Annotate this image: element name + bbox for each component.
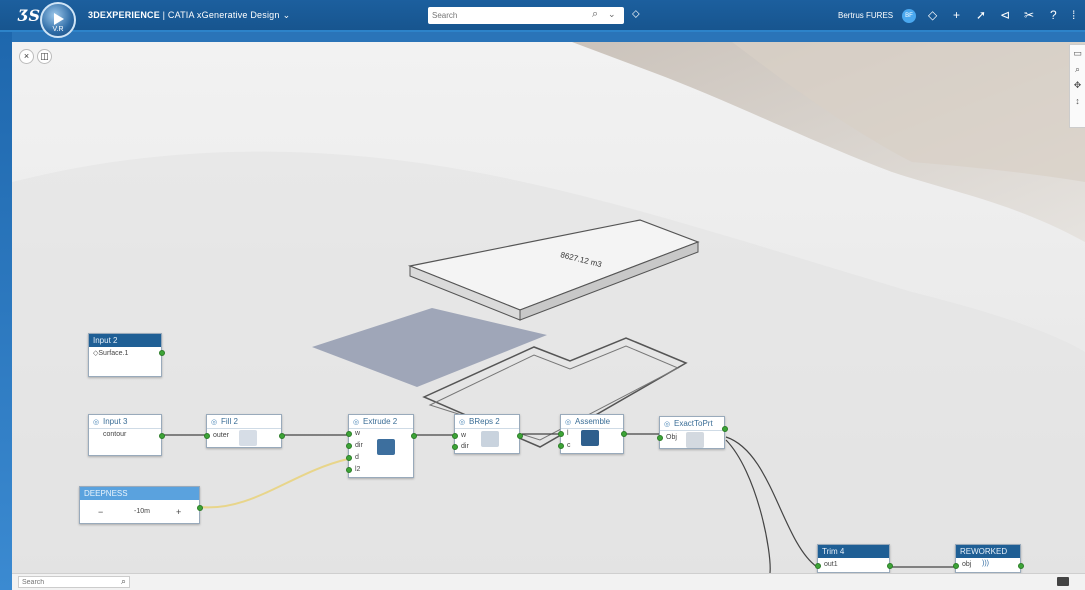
- output-label: contour: [103, 431, 127, 438]
- input-pin[interactable]: [452, 433, 458, 439]
- output-pin[interactable]: [197, 505, 203, 511]
- output-pin[interactable]: [1018, 563, 1024, 569]
- close-icon[interactable]: ×: [19, 49, 34, 64]
- node-title: ◎ Fill 2: [207, 415, 281, 429]
- node-title: REWORKED: [956, 545, 1020, 558]
- chat-icon[interactable]: [1057, 577, 1069, 586]
- node-extrude-2[interactable]: ◎ Extrude 2 w dir d l2: [346, 414, 417, 478]
- brep-icon: [481, 431, 499, 447]
- input-pin[interactable]: [558, 431, 564, 437]
- output-pin[interactable]: [887, 563, 893, 569]
- node-exact-to-part[interactable]: ◎ ExactToPrt Obj: [657, 416, 728, 449]
- node-title: Input 2: [89, 334, 161, 347]
- search-scope-dropdown[interactable]: ⌄: [608, 9, 616, 20]
- ds-logo-icon[interactable]: ƷS: [18, 6, 40, 25]
- status-bar: ⌕: [12, 573, 1085, 590]
- signal-icon: ))): [982, 560, 989, 567]
- avatar[interactable]: BF: [902, 9, 916, 23]
- node-title: ◎ ExactToPrt: [660, 417, 724, 431]
- app-title[interactable]: 3DEXPERIENCE | CATIA xGenerative Design ⌄: [88, 10, 290, 21]
- node-reworked[interactable]: REWORKED obj ))): [953, 544, 1024, 573]
- scale-icon[interactable]: ↕: [1070, 93, 1085, 109]
- add-icon[interactable]: +: [953, 8, 960, 22]
- input-pin[interactable]: [953, 563, 959, 569]
- fill-icon: [239, 430, 257, 446]
- assemble-icon: [581, 430, 599, 446]
- input-pin[interactable]: [657, 435, 663, 441]
- node-input-3[interactable]: ◎ Input 3 contour: [88, 414, 165, 456]
- output-pin[interactable]: [411, 433, 417, 439]
- input-pin[interactable]: [346, 467, 352, 473]
- 3d-viewport[interactable]: 8627.12 m3 × ◫ ▭ ⌕ ✥ ↕ Input 2 ◇Surface.…: [12, 42, 1085, 573]
- search-field: ⌕ ⌄: [428, 7, 624, 24]
- node-deepness[interactable]: DEEPNESS − -10m +: [79, 486, 203, 524]
- compass-icon[interactable]: V.R: [40, 2, 76, 38]
- exact-icon: [686, 432, 704, 448]
- search-input[interactable]: [432, 7, 582, 24]
- output-pin[interactable]: [159, 433, 165, 439]
- eye-icon[interactable]: ◎: [459, 416, 469, 428]
- pan-icon[interactable]: ✥: [1070, 77, 1085, 93]
- output-label: ◇Surface.1: [93, 350, 129, 357]
- eye-icon[interactable]: ◎: [664, 418, 674, 430]
- eye-icon[interactable]: ◎: [353, 416, 363, 428]
- node-title: ◎ Assemble: [561, 415, 623, 429]
- help-icon[interactable]: ?: [1050, 8, 1057, 22]
- eye-icon[interactable]: ◎: [93, 416, 103, 428]
- node-title: DEEPNESS: [80, 487, 199, 500]
- search-icon[interactable]: ⌕: [592, 8, 598, 21]
- output-pin[interactable]: [517, 433, 523, 439]
- share-arrow-icon[interactable]: ➚: [976, 8, 986, 22]
- input-pin[interactable]: [558, 443, 564, 449]
- tag-icon[interactable]: ⬦: [632, 8, 644, 20]
- top-bar: ƷS 3DEXPERIENCE | CATIA xGenerative Desi…: [0, 0, 1085, 32]
- node-breps-2[interactable]: ◎ BReps 2 w dir: [452, 414, 523, 454]
- extrude-icon: [377, 439, 395, 455]
- share-icon[interactable]: ◇: [928, 8, 937, 22]
- output-pin[interactable]: [621, 431, 627, 437]
- network-icon[interactable]: ⊲: [1000, 8, 1010, 22]
- book-icon[interactable]: ▭: [1070, 45, 1085, 61]
- zoom-icon[interactable]: ⌕: [1070, 61, 1085, 77]
- input-pin[interactable]: [346, 443, 352, 449]
- node-title: ◎ Input 3: [89, 415, 161, 429]
- deepness-value[interactable]: -10m: [134, 508, 150, 515]
- left-edge-strip: [0, 32, 12, 590]
- input-pin[interactable]: [815, 563, 821, 569]
- more-icon[interactable]: ⁞: [1072, 8, 1075, 22]
- input-label: outer: [213, 432, 229, 439]
- output-pin[interactable]: [279, 433, 285, 439]
- node-title: Trim 4: [818, 545, 889, 558]
- right-toolbar: ▭ ⌕ ✥ ↕: [1069, 44, 1085, 128]
- decrement-button[interactable]: −: [98, 507, 103, 517]
- node-assemble[interactable]: ◎ Assemble l c: [558, 414, 627, 454]
- chevron-down-icon[interactable]: ⌄: [283, 10, 291, 21]
- output-pin[interactable]: [722, 426, 728, 432]
- increment-button[interactable]: +: [176, 507, 181, 517]
- node-input-2[interactable]: Input 2 ◇Surface.1: [88, 333, 165, 377]
- eye-icon[interactable]: ◎: [211, 416, 221, 428]
- eye-icon[interactable]: ◎: [565, 416, 575, 428]
- node-trim-4[interactable]: Trim 4 out1: [815, 544, 893, 573]
- input-pin[interactable]: [346, 455, 352, 461]
- search-icon[interactable]: ⌕: [121, 576, 126, 587]
- tree-search-field: ⌕: [18, 576, 130, 588]
- input-pin[interactable]: [346, 431, 352, 437]
- tree-search-input[interactable]: [22, 577, 102, 587]
- node-title: ◎ BReps 2: [455, 415, 519, 429]
- tools-icon[interactable]: ✂: [1024, 8, 1034, 22]
- view-mode-icon[interactable]: ◫: [37, 49, 52, 64]
- output-pin[interactable]: [159, 350, 165, 356]
- input-pin[interactable]: [452, 444, 458, 450]
- input-pin[interactable]: [204, 433, 210, 439]
- node-fill-2[interactable]: ◎ Fill 2 outer: [204, 414, 285, 448]
- user-name[interactable]: Bertrus FURES: [838, 11, 893, 20]
- node-title: ◎ Extrude 2: [349, 415, 413, 429]
